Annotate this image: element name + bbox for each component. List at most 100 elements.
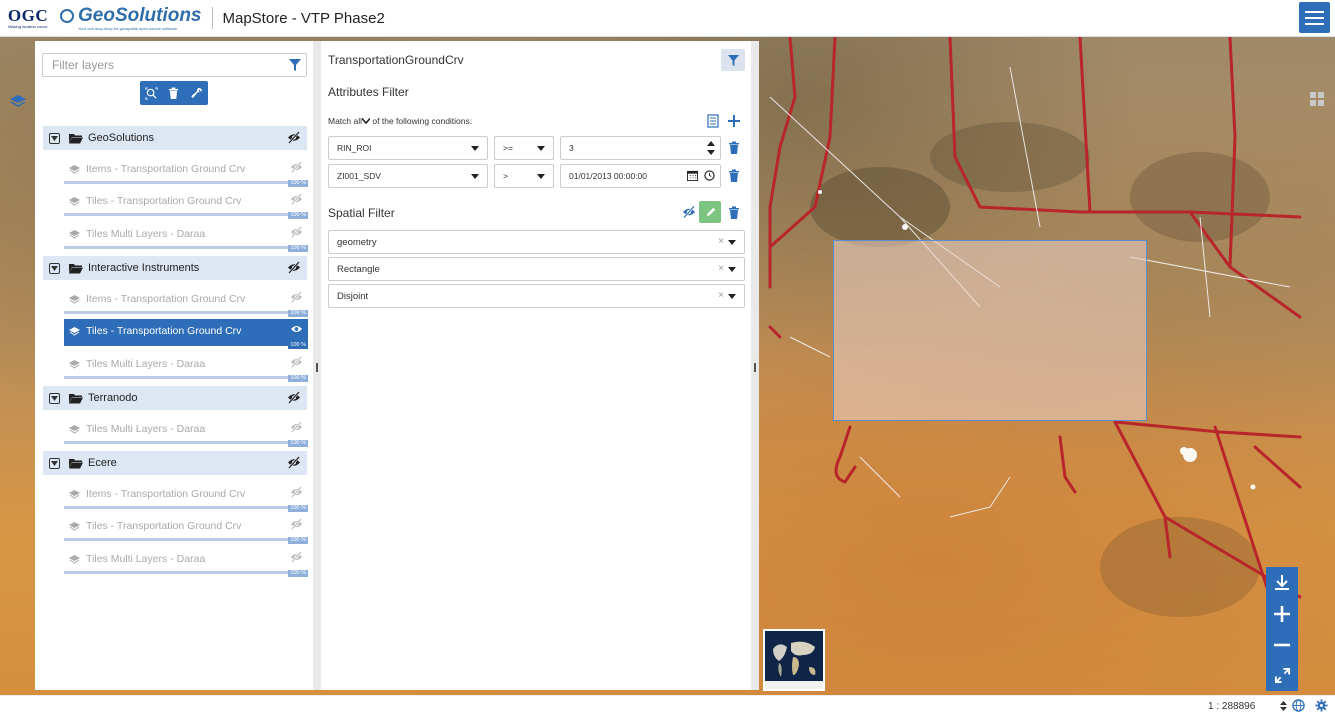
condition-operator-select[interactable]: > bbox=[494, 164, 554, 188]
folder-open-icon bbox=[69, 393, 83, 403]
layer-group-interactive-instruments[interactable]: Interactive Instruments bbox=[43, 256, 307, 280]
filter-layers-input[interactable]: Filter layers bbox=[42, 53, 307, 77]
collapse-toggle[interactable] bbox=[49, 132, 60, 144]
eye-slash-icon[interactable] bbox=[290, 226, 303, 238]
collapse-toggle[interactable] bbox=[49, 457, 60, 469]
eye-icon[interactable] bbox=[290, 323, 303, 335]
spatial-operation-select[interactable]: Disjoint × bbox=[328, 284, 745, 308]
zoom-out-button[interactable] bbox=[1266, 629, 1298, 660]
condition-attribute-select[interactable]: RIN_ROI bbox=[328, 136, 488, 160]
layer-name: Items - Transportation Ground Crv bbox=[86, 488, 246, 500]
clear-icon[interactable]: × bbox=[718, 290, 724, 301]
apply-filter-button[interactable] bbox=[721, 49, 745, 71]
scale-select[interactable]: 1 : 288896 bbox=[1208, 699, 1288, 714]
panel-resize-handle-left[interactable] bbox=[313, 41, 321, 690]
draw-geometry-button[interactable] bbox=[699, 201, 721, 223]
opacity-slider[interactable] bbox=[64, 538, 308, 541]
fullscreen-icon bbox=[1274, 667, 1290, 684]
gear-icon[interactable] bbox=[1315, 699, 1328, 712]
condition-date-input[interactable]: 01/01/2013 00:00:00 bbox=[560, 164, 721, 188]
delete-layer-button[interactable] bbox=[165, 84, 183, 102]
layer-row[interactable]: Tiles - Transportation Ground Crv 100 % bbox=[64, 189, 308, 219]
opacity-slider[interactable] bbox=[64, 506, 308, 509]
panel-resize-handle-right[interactable] bbox=[751, 41, 759, 690]
opacity-slider[interactable] bbox=[64, 181, 308, 184]
layer-row[interactable]: Items - Transportation Ground Crv 100 % bbox=[64, 157, 308, 187]
spatial-attribute-select[interactable]: geometry × bbox=[328, 230, 745, 254]
eye-slash-icon[interactable] bbox=[290, 551, 303, 563]
select-arrows-icon bbox=[1280, 701, 1287, 711]
condition-operator-select[interactable]: >= bbox=[494, 136, 554, 160]
layer-row[interactable]: Tiles Multi Layers - Daraa 100 % bbox=[64, 222, 308, 252]
zoom-to-layer-button[interactable] bbox=[142, 84, 160, 102]
match-prefix: Match bbox=[328, 116, 352, 126]
folder-open-icon bbox=[69, 458, 83, 468]
trash-icon[interactable] bbox=[727, 206, 741, 220]
opacity-slider[interactable] bbox=[64, 441, 308, 444]
layer-group-geosolutions[interactable]: GeoSolutions bbox=[43, 126, 307, 150]
eye-slash-icon[interactable] bbox=[287, 456, 301, 469]
chevron-down-icon bbox=[51, 460, 58, 466]
clock-icon[interactable] bbox=[704, 170, 715, 181]
layer-toolbar bbox=[140, 81, 208, 105]
layer-row[interactable]: Items - Transportation Ground Crv 100 % bbox=[64, 482, 308, 512]
eye-slash-icon[interactable] bbox=[287, 261, 301, 274]
clear-icon[interactable]: × bbox=[718, 263, 724, 274]
collapse-toggle[interactable] bbox=[49, 392, 60, 404]
number-stepper-icon[interactable] bbox=[707, 140, 715, 156]
eye-slash-icon[interactable] bbox=[290, 291, 303, 303]
caret-down-icon bbox=[728, 240, 736, 245]
caret-down-icon bbox=[537, 174, 545, 179]
add-icon[interactable] bbox=[727, 114, 741, 128]
list-icon[interactable] bbox=[706, 114, 720, 128]
condition-attribute-select[interactable]: ZI001_SDV bbox=[328, 164, 488, 188]
fullscreen-button[interactable] bbox=[1266, 660, 1298, 691]
download-button[interactable] bbox=[1266, 567, 1298, 598]
hamburger-menu-button[interactable] bbox=[1299, 2, 1330, 33]
calendar-icon[interactable] bbox=[687, 170, 698, 181]
layer-row[interactable]: Tiles - Transportation Ground Crv 100 % bbox=[64, 514, 308, 544]
eye-slash-icon[interactable] bbox=[290, 356, 303, 368]
layer-group-terranodo[interactable]: Terranodo bbox=[43, 386, 307, 410]
eye-slash-icon[interactable] bbox=[682, 205, 696, 219]
layers-icon bbox=[69, 359, 80, 369]
opacity-badge: 100 % bbox=[288, 342, 308, 349]
collapse-toggle[interactable] bbox=[49, 262, 60, 274]
eye-slash-icon[interactable] bbox=[290, 421, 303, 433]
eye-slash-icon[interactable] bbox=[287, 391, 301, 404]
layer-row-selected[interactable]: Tiles - Transportation Ground Crv 100 % bbox=[64, 319, 308, 349]
eye-slash-icon[interactable] bbox=[287, 131, 301, 144]
condition-value-input[interactable]: 3 bbox=[560, 136, 721, 160]
map-footer: 1 : 288896 bbox=[0, 695, 1335, 715]
match-suffix: of the following conditions: bbox=[372, 116, 473, 126]
eye-slash-icon[interactable] bbox=[290, 193, 303, 205]
grid-view-button[interactable] bbox=[1310, 92, 1324, 106]
eye-slash-icon[interactable] bbox=[290, 518, 303, 530]
layer-row[interactable]: Tiles Multi Layers - Daraa 100 % bbox=[64, 547, 308, 577]
layer-row[interactable]: Tiles Multi Layers - Daraa 100 % bbox=[64, 352, 308, 382]
globe-icon[interactable] bbox=[1292, 699, 1305, 712]
trash-icon[interactable] bbox=[727, 141, 741, 155]
layer-group-ecere[interactable]: Ecere bbox=[43, 451, 307, 475]
spatial-filter-heading: Spatial Filter bbox=[328, 206, 395, 220]
match-select[interactable]: all bbox=[354, 116, 371, 126]
spatial-method-select[interactable]: Rectangle × bbox=[328, 257, 745, 281]
layer-row[interactable]: Items - Transportation Ground Crv 100 % bbox=[64, 287, 308, 317]
spatial-filter-rectangle[interactable] bbox=[833, 240, 1147, 421]
overview-map[interactable] bbox=[763, 629, 825, 691]
layer-settings-button[interactable] bbox=[188, 84, 206, 102]
zoom-in-button[interactable] bbox=[1266, 598, 1298, 629]
layers-icon[interactable] bbox=[9, 94, 27, 108]
opacity-slider[interactable] bbox=[64, 246, 308, 249]
brand-tagline: Your one-stop-shop for geospatial open s… bbox=[78, 25, 178, 31]
trash-icon[interactable] bbox=[727, 169, 741, 183]
clear-icon[interactable]: × bbox=[718, 236, 724, 247]
opacity-slider[interactable] bbox=[64, 343, 308, 346]
opacity-slider[interactable] bbox=[64, 376, 308, 379]
eye-slash-icon[interactable] bbox=[290, 486, 303, 498]
opacity-slider[interactable] bbox=[64, 571, 308, 574]
layer-row[interactable]: Tiles Multi Layers - Daraa 100 % bbox=[64, 417, 308, 447]
eye-slash-icon[interactable] bbox=[290, 161, 303, 173]
opacity-slider[interactable] bbox=[64, 213, 308, 216]
opacity-slider[interactable] bbox=[64, 311, 308, 314]
